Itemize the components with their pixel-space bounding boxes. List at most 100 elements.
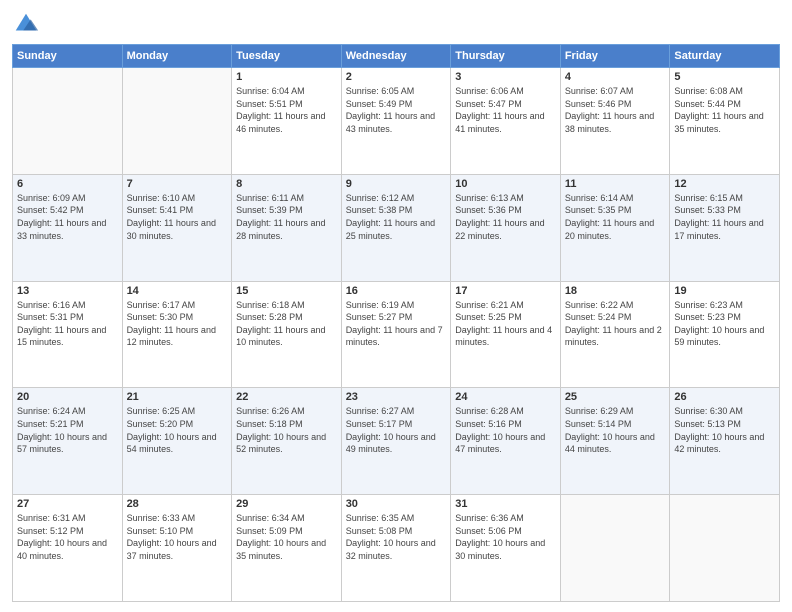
day-number: 26 bbox=[674, 391, 775, 403]
weekday-header-sunday: Sunday bbox=[13, 45, 123, 68]
day-number: 21 bbox=[127, 391, 228, 403]
day-info: Sunrise: 6:29 AM Sunset: 5:14 PM Dayligh… bbox=[565, 405, 666, 455]
calendar-cell: 19Sunrise: 6:23 AM Sunset: 5:23 PM Dayli… bbox=[670, 281, 780, 388]
day-number: 13 bbox=[17, 285, 118, 297]
calendar-cell: 5 Sunrise: 6:08 AM Sunset: 5:44 PM Daylig… bbox=[670, 68, 780, 175]
day-info: Sunrise: 6:25 AM Sunset: 5:20 PM Dayligh… bbox=[127, 405, 228, 455]
calendar-cell: 16 Sunrise: 6:19 AM Sunset: 5:27 PM Dayli… bbox=[341, 281, 451, 388]
weekday-header-thursday: Thursday bbox=[451, 45, 561, 68]
day-number: 8 bbox=[236, 178, 337, 190]
day-number: 31 bbox=[455, 498, 556, 510]
calendar-cell: 4Sunrise: 6:07 AM Sunset: 5:46 PM Daylig… bbox=[560, 68, 670, 175]
calendar-cell: 25 Sunrise: 6:29 AM Sunset: 5:14 PM Dayli… bbox=[560, 388, 670, 495]
day-number: 11 bbox=[565, 178, 666, 190]
calendar-cell: 10 Sunrise: 6:13 AM Sunset: 5:36 PM Dayli… bbox=[451, 174, 561, 281]
weekday-header-friday: Friday bbox=[560, 45, 670, 68]
calendar-cell: 22Sunrise: 6:26 AM Sunset: 5:18 PM Dayli… bbox=[232, 388, 342, 495]
logo bbox=[12, 10, 44, 38]
day-info: Sunrise: 6:09 AM Sunset: 5:42 PM Dayligh… bbox=[17, 192, 118, 242]
day-info: Sunrise: 6:33 AM Sunset: 5:10 PM Dayligh… bbox=[127, 512, 228, 562]
day-info: Sunrise: 6:16 AM Sunset: 5:31 PM Dayligh… bbox=[17, 299, 118, 349]
calendar-cell: 27 Sunrise: 6:31 AM Sunset: 5:12 PM Dayli… bbox=[13, 495, 123, 602]
weekday-header-row: SundayMondayTuesdayWednesdayThursdayFrid… bbox=[13, 45, 780, 68]
calendar-cell bbox=[13, 68, 123, 175]
calendar-cell: 30 Sunrise: 6:35 AM Sunset: 5:08 PM Dayli… bbox=[341, 495, 451, 602]
calendar-cell: 20 Sunrise: 6:24 AM Sunset: 5:21 PM Dayli… bbox=[13, 388, 123, 495]
day-number: 20 bbox=[17, 391, 118, 403]
calendar-cell: 9 Sunrise: 6:12 AM Sunset: 5:38 PM Daylig… bbox=[341, 174, 451, 281]
day-info: Sunrise: 6:08 AM Sunset: 5:44 PM Dayligh… bbox=[674, 85, 775, 135]
week-row-1: 1 Sunrise: 6:04 AM Sunset: 5:51 PM Daylig… bbox=[13, 68, 780, 175]
day-number: 12 bbox=[674, 178, 775, 190]
day-info: Sunrise: 6:28 AM Sunset: 5:16 PM Dayligh… bbox=[455, 405, 556, 455]
day-number: 25 bbox=[565, 391, 666, 403]
calendar-cell: 26 Sunrise: 6:30 AM Sunset: 5:13 PM Dayli… bbox=[670, 388, 780, 495]
day-info: Sunrise: 6:04 AM Sunset: 5:51 PM Dayligh… bbox=[236, 85, 337, 135]
day-info: Sunrise: 6:34 AM Sunset: 5:09 PM Dayligh… bbox=[236, 512, 337, 562]
day-number: 10 bbox=[455, 178, 556, 190]
weekday-header-tuesday: Tuesday bbox=[232, 45, 342, 68]
day-info: Sunrise: 6:14 AM Sunset: 5:35 PM Dayligh… bbox=[565, 192, 666, 242]
calendar-cell: 8 Sunrise: 6:11 AM Sunset: 5:39 PM Daylig… bbox=[232, 174, 342, 281]
day-number: 5 bbox=[674, 71, 775, 83]
week-row-2: 6 Sunrise: 6:09 AM Sunset: 5:42 PM Daylig… bbox=[13, 174, 780, 281]
day-info: Sunrise: 6:12 AM Sunset: 5:38 PM Dayligh… bbox=[346, 192, 447, 242]
day-info: Sunrise: 6:31 AM Sunset: 5:12 PM Dayligh… bbox=[17, 512, 118, 562]
day-number: 2 bbox=[346, 71, 447, 83]
day-number: 27 bbox=[17, 498, 118, 510]
calendar-cell: 3 Sunrise: 6:06 AM Sunset: 5:47 PM Daylig… bbox=[451, 68, 561, 175]
calendar-cell: 7 Sunrise: 6:10 AM Sunset: 5:41 PM Daylig… bbox=[122, 174, 232, 281]
day-info: Sunrise: 6:27 AM Sunset: 5:17 PM Dayligh… bbox=[346, 405, 447, 455]
day-info: Sunrise: 6:35 AM Sunset: 5:08 PM Dayligh… bbox=[346, 512, 447, 562]
weekday-header-wednesday: Wednesday bbox=[341, 45, 451, 68]
header bbox=[12, 10, 780, 38]
calendar-cell: 14 Sunrise: 6:17 AM Sunset: 5:30 PM Dayli… bbox=[122, 281, 232, 388]
day-number: 1 bbox=[236, 71, 337, 83]
week-row-3: 13 Sunrise: 6:16 AM Sunset: 5:31 PM Dayli… bbox=[13, 281, 780, 388]
calendar-cell: 13 Sunrise: 6:16 AM Sunset: 5:31 PM Dayli… bbox=[13, 281, 123, 388]
day-number: 9 bbox=[346, 178, 447, 190]
calendar-cell: 12 Sunrise: 6:15 AM Sunset: 5:33 PM Dayli… bbox=[670, 174, 780, 281]
day-number: 6 bbox=[17, 178, 118, 190]
week-row-4: 20 Sunrise: 6:24 AM Sunset: 5:21 PM Dayli… bbox=[13, 388, 780, 495]
day-info: Sunrise: 6:10 AM Sunset: 5:41 PM Dayligh… bbox=[127, 192, 228, 242]
day-number: 16 bbox=[346, 285, 447, 297]
day-info: Sunrise: 6:13 AM Sunset: 5:36 PM Dayligh… bbox=[455, 192, 556, 242]
calendar-cell: 2 Sunrise: 6:05 AM Sunset: 5:49 PM Daylig… bbox=[341, 68, 451, 175]
calendar-cell: 21 Sunrise: 6:25 AM Sunset: 5:20 PM Dayli… bbox=[122, 388, 232, 495]
calendar-cell: 1 Sunrise: 6:04 AM Sunset: 5:51 PM Daylig… bbox=[232, 68, 342, 175]
day-number: 3 bbox=[455, 71, 556, 83]
day-info: Sunrise: 6:17 AM Sunset: 5:30 PM Dayligh… bbox=[127, 299, 228, 349]
day-number: 24 bbox=[455, 391, 556, 403]
day-info: Sunrise: 6:21 AM Sunset: 5:25 PM Dayligh… bbox=[455, 299, 556, 349]
calendar-cell: 28 Sunrise: 6:33 AM Sunset: 5:10 PM Dayli… bbox=[122, 495, 232, 602]
logo-icon bbox=[12, 10, 40, 38]
day-number: 19 bbox=[674, 285, 775, 297]
page: SundayMondayTuesdayWednesdayThursdayFrid… bbox=[0, 0, 792, 612]
weekday-header-monday: Monday bbox=[122, 45, 232, 68]
day-number: 14 bbox=[127, 285, 228, 297]
calendar-cell: 6 Sunrise: 6:09 AM Sunset: 5:42 PM Daylig… bbox=[13, 174, 123, 281]
day-info: Sunrise: 6:05 AM Sunset: 5:49 PM Dayligh… bbox=[346, 85, 447, 135]
calendar-cell bbox=[122, 68, 232, 175]
day-info: Sunrise: 6:11 AM Sunset: 5:39 PM Dayligh… bbox=[236, 192, 337, 242]
day-number: 4 bbox=[565, 71, 666, 83]
day-number: 30 bbox=[346, 498, 447, 510]
calendar-cell: 11 Sunrise: 6:14 AM Sunset: 5:35 PM Dayli… bbox=[560, 174, 670, 281]
day-info: Sunrise: 6:06 AM Sunset: 5:47 PM Dayligh… bbox=[455, 85, 556, 135]
day-number: 28 bbox=[127, 498, 228, 510]
day-number: 18 bbox=[565, 285, 666, 297]
calendar-cell: 17Sunrise: 6:21 AM Sunset: 5:25 PM Dayli… bbox=[451, 281, 561, 388]
day-info: Sunrise: 6:36 AM Sunset: 5:06 PM Dayligh… bbox=[455, 512, 556, 562]
calendar-cell bbox=[670, 495, 780, 602]
day-info: Sunrise: 6:30 AM Sunset: 5:13 PM Dayligh… bbox=[674, 405, 775, 455]
day-info: Sunrise: 6:19 AM Sunset: 5:27 PM Dayligh… bbox=[346, 299, 447, 349]
week-row-5: 27 Sunrise: 6:31 AM Sunset: 5:12 PM Dayli… bbox=[13, 495, 780, 602]
day-info: Sunrise: 6:22 AM Sunset: 5:24 PM Dayligh… bbox=[565, 299, 666, 349]
calendar-cell bbox=[560, 495, 670, 602]
calendar-cell: 24 Sunrise: 6:28 AM Sunset: 5:16 PM Dayli… bbox=[451, 388, 561, 495]
calendar-cell: 15Sunrise: 6:18 AM Sunset: 5:28 PM Dayli… bbox=[232, 281, 342, 388]
day-info: Sunrise: 6:24 AM Sunset: 5:21 PM Dayligh… bbox=[17, 405, 118, 455]
day-info: Sunrise: 6:15 AM Sunset: 5:33 PM Dayligh… bbox=[674, 192, 775, 242]
day-number: 7 bbox=[127, 178, 228, 190]
